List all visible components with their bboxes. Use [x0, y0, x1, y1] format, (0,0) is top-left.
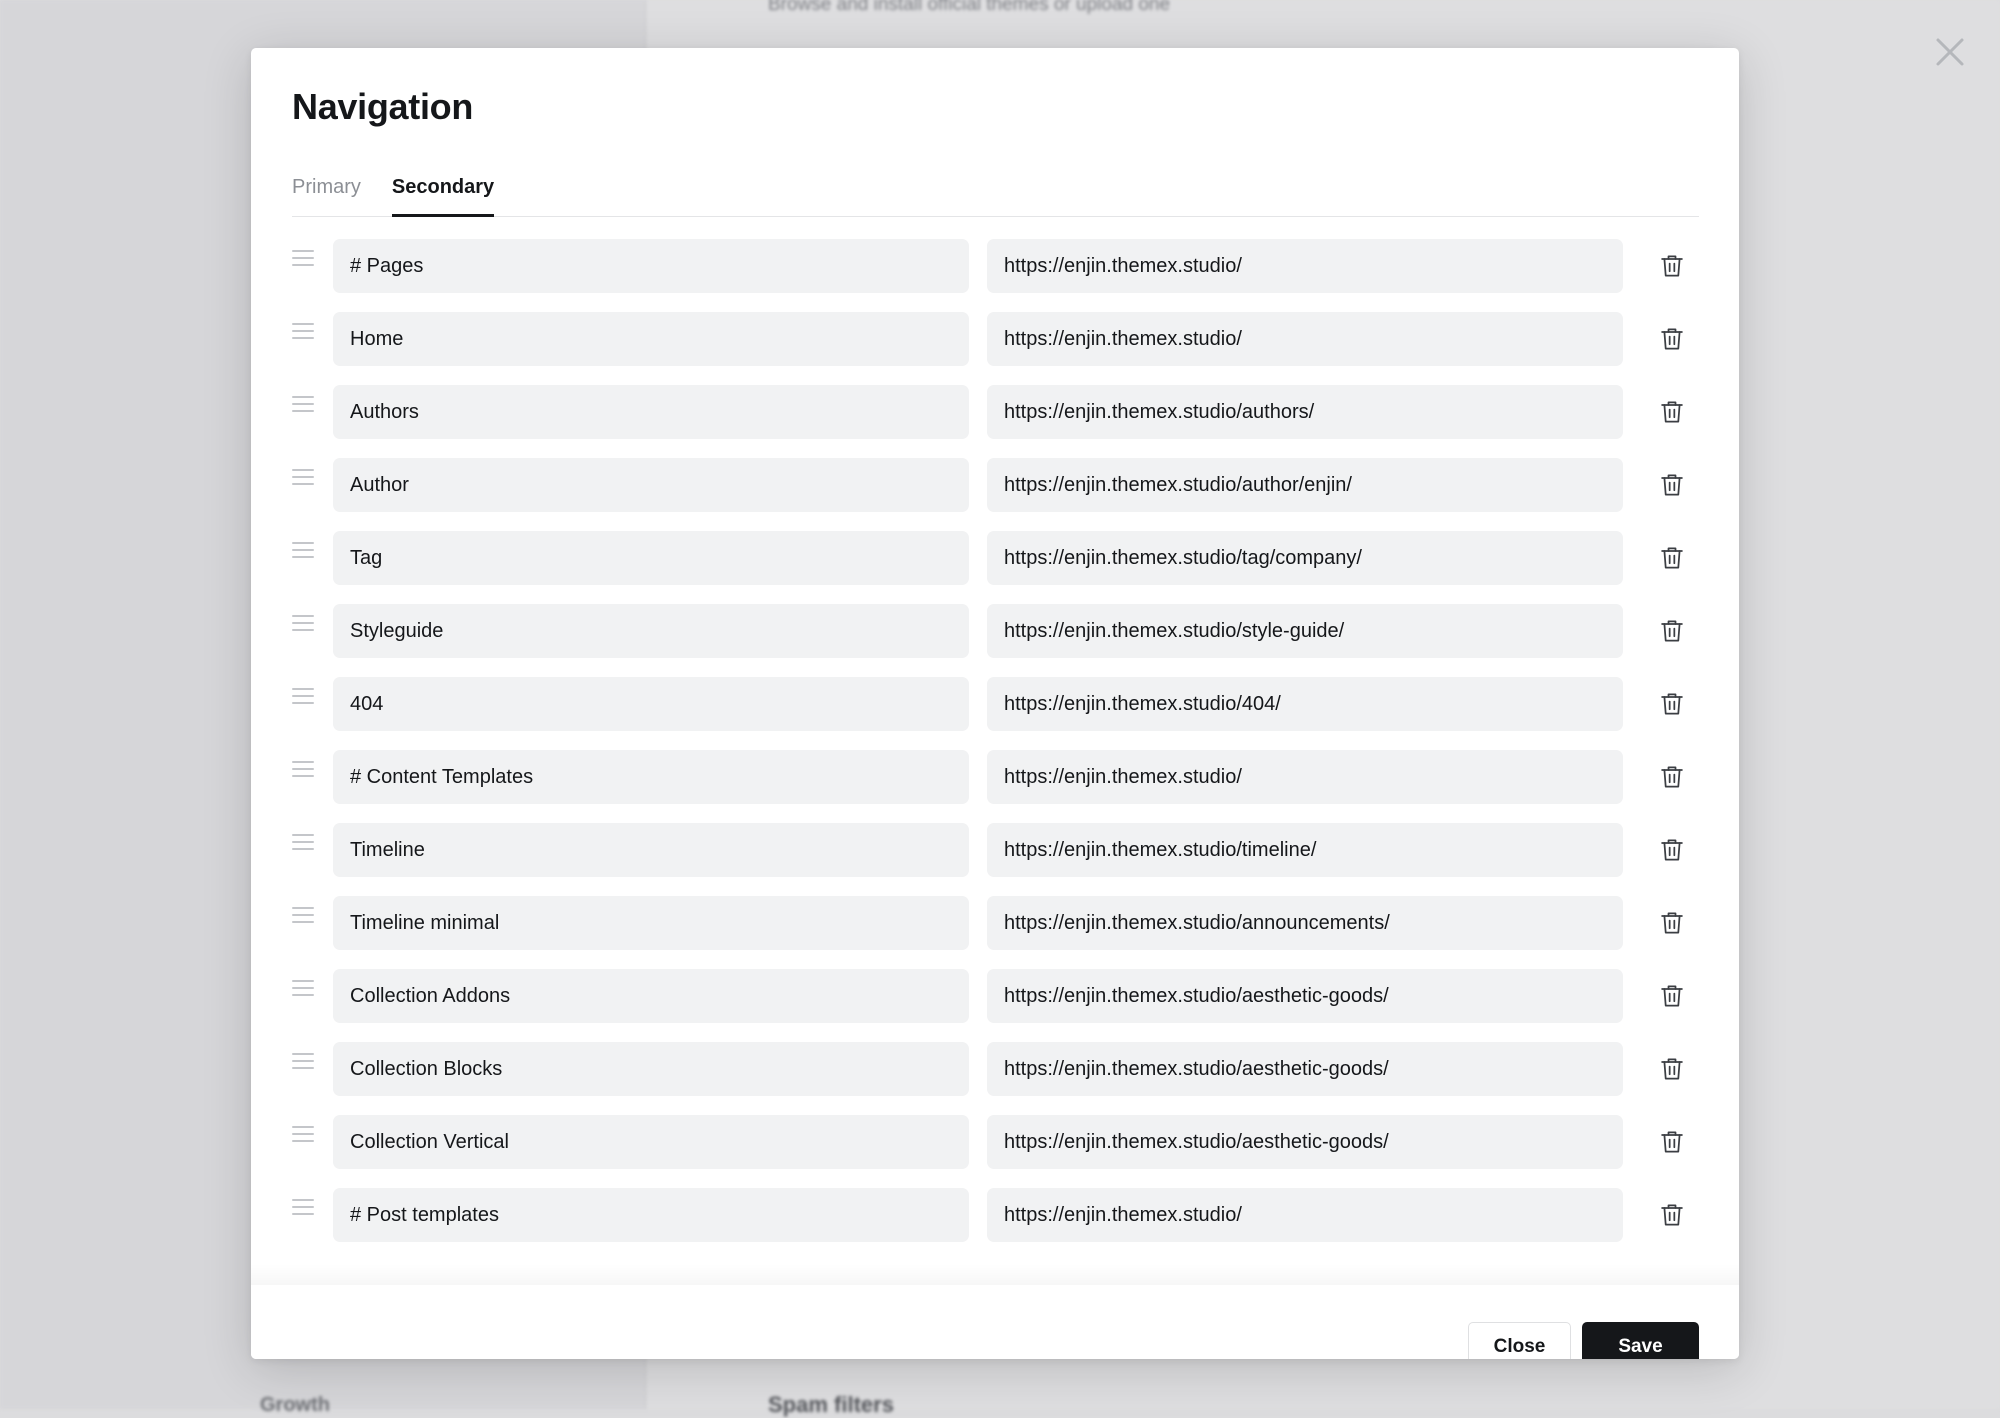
item-url-input[interactable]	[987, 1115, 1623, 1169]
item-label-input[interactable]	[333, 458, 969, 512]
drag-handle-icon[interactable]	[292, 761, 314, 783]
save-button[interactable]: Save	[1582, 1322, 1699, 1359]
drag-handle-icon[interactable]	[292, 980, 314, 1002]
item-url-input[interactable]	[987, 458, 1623, 512]
item-label-input[interactable]	[333, 385, 969, 439]
navigation-item-row	[292, 1188, 1699, 1261]
navigation-item-row	[292, 896, 1699, 969]
navigation-item-row	[292, 750, 1699, 823]
item-url-input[interactable]	[987, 604, 1623, 658]
modal-title: Navigation	[292, 86, 474, 127]
trash-icon[interactable]	[1658, 690, 1686, 718]
item-url-input[interactable]	[987, 896, 1623, 950]
drag-handle-icon[interactable]	[292, 834, 314, 856]
trash-icon[interactable]	[1658, 763, 1686, 791]
tab-primary[interactable]: Primary	[292, 166, 361, 216]
item-label-input[interactable]	[333, 1042, 969, 1096]
close-button[interactable]: Close	[1468, 1322, 1571, 1359]
tab-secondary[interactable]: Secondary	[391, 166, 495, 217]
drag-handle-icon[interactable]	[292, 615, 314, 637]
close-icon[interactable]	[1926, 28, 1974, 76]
drag-handle-icon[interactable]	[292, 396, 314, 418]
navigation-item-row	[292, 604, 1699, 677]
navigation-item-row	[292, 677, 1699, 750]
navigation-item-row	[292, 458, 1699, 531]
item-label-input[interactable]	[333, 750, 969, 804]
trash-icon[interactable]	[1658, 398, 1686, 426]
item-label-input[interactable]	[333, 1188, 969, 1242]
drag-handle-icon[interactable]	[292, 250, 314, 272]
navigation-item-row	[292, 969, 1699, 1042]
item-label-input[interactable]	[333, 239, 969, 293]
navigation-modal: Navigation Primary Secondary # Pages htt…	[251, 48, 1739, 1359]
background-sidebar-item: Growth	[260, 1394, 330, 1416]
item-url-input[interactable]	[987, 1188, 1623, 1242]
trash-icon[interactable]	[1658, 617, 1686, 645]
trash-icon[interactable]	[1658, 252, 1686, 280]
navigation-item-row	[292, 385, 1699, 458]
item-url-input[interactable]	[987, 750, 1623, 804]
navigation-item-row	[292, 312, 1699, 385]
background-section-title: Spam filters	[768, 1392, 894, 1417]
item-url-input[interactable]	[987, 969, 1623, 1023]
item-label-input[interactable]	[333, 823, 969, 877]
trash-icon[interactable]	[1658, 1201, 1686, 1229]
navigation-item-row	[292, 823, 1699, 896]
trash-icon[interactable]	[1658, 325, 1686, 353]
item-url-input[interactable]	[987, 531, 1623, 585]
drag-handle-icon[interactable]	[292, 469, 314, 491]
background-subtitle: Browse and install official themes or up…	[768, 0, 1171, 15]
item-label-input[interactable]	[333, 604, 969, 658]
trash-icon[interactable]	[1658, 544, 1686, 572]
trash-icon[interactable]	[1658, 1128, 1686, 1156]
navigation-item-row	[292, 531, 1699, 604]
drag-handle-icon[interactable]	[292, 1199, 314, 1221]
trash-icon[interactable]	[1658, 909, 1686, 937]
item-label-input[interactable]	[333, 1115, 969, 1169]
item-label-input[interactable]	[333, 896, 969, 950]
item-url-input[interactable]	[987, 1042, 1623, 1096]
drag-handle-icon[interactable]	[292, 907, 314, 929]
drag-handle-icon[interactable]	[292, 688, 314, 710]
drag-handle-icon[interactable]	[292, 323, 314, 345]
modal-footer: Close Save	[251, 1285, 1739, 1359]
drag-handle-icon[interactable]	[292, 1053, 314, 1075]
navigation-item-row	[292, 1115, 1699, 1188]
navigation-items-list	[292, 239, 1699, 1284]
drag-handle-icon[interactable]	[292, 1126, 314, 1148]
trash-icon[interactable]	[1658, 836, 1686, 864]
navigation-item-row	[292, 239, 1699, 312]
item-url-input[interactable]	[987, 677, 1623, 731]
navigation-tabs: Primary Secondary	[292, 166, 1699, 217]
item-url-input[interactable]	[987, 312, 1623, 366]
trash-icon[interactable]	[1658, 982, 1686, 1010]
item-url-input[interactable]	[987, 385, 1623, 439]
trash-icon[interactable]	[1658, 471, 1686, 499]
item-url-input[interactable]	[987, 239, 1623, 293]
item-label-input[interactable]	[333, 531, 969, 585]
item-url-input[interactable]	[987, 823, 1623, 877]
trash-icon[interactable]	[1658, 1055, 1686, 1083]
item-label-input[interactable]	[333, 312, 969, 366]
item-label-input[interactable]	[333, 969, 969, 1023]
navigation-item-row	[292, 1042, 1699, 1115]
item-label-input[interactable]	[333, 677, 969, 731]
drag-handle-icon[interactable]	[292, 542, 314, 564]
